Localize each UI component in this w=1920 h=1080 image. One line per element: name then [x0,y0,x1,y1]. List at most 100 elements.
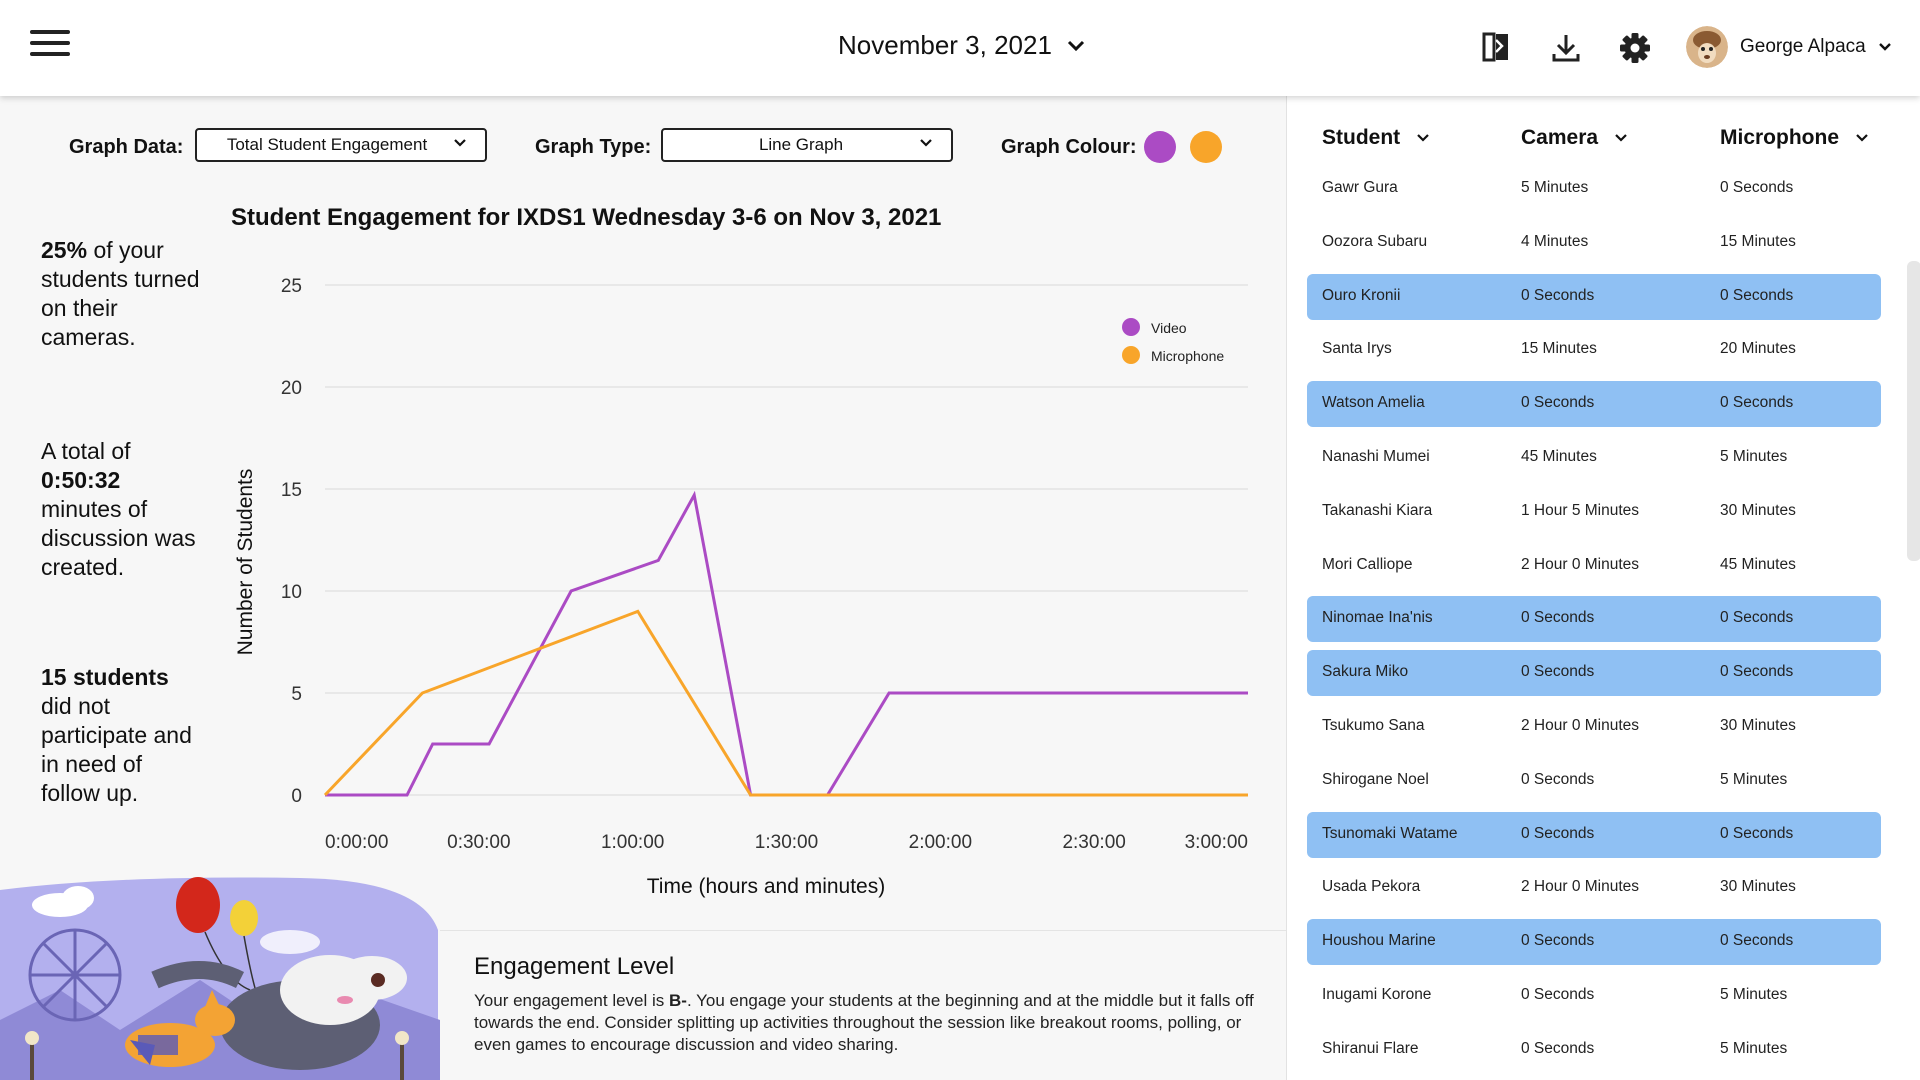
mic-time-cell: 0 Seconds [1720,663,1794,681]
camera-column-header[interactable]: Camera [1521,126,1628,150]
table-row[interactable]: Shirogane Noel 0 Seconds 5 Minutes [1307,758,1881,804]
chevron-down-icon [1067,40,1084,51]
x-axis-label: Time (hours and minutes) [647,875,885,898]
chevron-down-icon [1856,134,1868,142]
microphone-header-label: Microphone [1720,126,1839,149]
student-name-cell: Takanashi Kiara [1322,501,1433,519]
microphone-column-header[interactable]: Microphone [1720,126,1869,150]
chevron-down-icon [1615,134,1627,142]
x-tick-label: 0:00:00 [325,832,388,853]
menu-icon[interactable] [30,30,70,64]
table-row[interactable]: Sakura Miko 0 Seconds 0 Seconds [1307,650,1881,697]
student-name-cell: Houshou Marine [1322,932,1436,950]
mic-time-cell: 0 Seconds [1720,932,1794,950]
student-name-cell: Watson Amelia [1322,394,1425,412]
camera-time-cell: 0 Seconds [1521,609,1595,627]
x-tick-label: 3:00:00 [1185,832,1248,853]
camera-time-cell: 5 Minutes [1521,179,1589,196]
camera-time-cell: 45 Minutes [1521,448,1597,465]
x-tick-label: 2:00:00 [909,832,972,853]
legend-marker [1122,346,1140,364]
date-selector[interactable]: November 3, 2021 [838,30,1086,61]
table-row[interactable]: Mori Calliope 2 Hour 0 Minutes 45 Minutes [1307,543,1881,589]
mic-time-cell: 20 Minutes [1720,340,1796,358]
user-menu[interactable]: George Alpaca [1686,26,1892,68]
student-name-cell: Usada Pekora [1322,878,1421,896]
table-row[interactable]: Gawr Gura 5 Minutes 0 Seconds [1307,166,1881,212]
engagement-title: Engagement Level [474,953,675,980]
x-tick-label: 0:30:00 [447,832,510,853]
engagement-text: Your engagement level is B-. You engage … [474,990,1264,1056]
mic-time-cell: 0 Seconds [1720,824,1794,842]
table-row[interactable]: Takanashi Kiara 1 Hour 5 Minutes 30 Minute… [1307,489,1881,535]
student-name-cell: Santa Irys [1322,340,1392,358]
camera-time-cell: 0 Seconds [1521,986,1595,1003]
user-name: George Alpaca [1740,36,1866,57]
mic-time-cell: 5 Minutes [1720,986,1788,1003]
camera-time-cell: 15 Minutes [1521,340,1597,358]
table-row[interactable]: Oozora Subaru 4 Minutes 15 Minutes [1307,220,1881,266]
series-line-microphone [323,609,1248,797]
table-row[interactable]: Nanashi Mumei 45 Minutes 5 Minutes [1307,435,1881,481]
download-icon[interactable] [1548,30,1584,66]
legend-label: Microphone [1151,348,1224,364]
y-tick-label: 15 [281,480,302,501]
student-name-cell: Gawr Gura [1322,179,1398,196]
engagement-grade: B- [669,991,687,1010]
student-name-cell: Mori Calliope [1322,555,1413,573]
divider [440,930,1286,931]
mic-time-cell: 45 Minutes [1720,555,1796,573]
camera-time-cell: 0 Seconds [1521,824,1595,842]
series-line-video [325,490,1248,797]
table-row[interactable]: Usada Pekora 2 Hour 0 Minutes 30 Minutes [1307,865,1881,911]
y-tick-label: 0 [291,786,302,807]
chevron-down-icon [1417,134,1429,142]
student-name-cell: Ninomae Ina'nis [1322,609,1433,627]
camera-time-cell: 2 Hour 0 Minutes [1521,717,1640,734]
y-tick-label: 10 [281,582,302,603]
mic-time-cell: 0 Seconds [1720,394,1794,412]
table-row[interactable]: Tsunomaki Watame 0 Seconds 0 Seconds [1307,811,1881,858]
mic-time-cell: 30 Minutes [1720,501,1796,519]
table-row[interactable]: Inugami Korone 0 Seconds 5 Minutes [1307,973,1881,1019]
date-label: November 3, 2021 [838,30,1052,60]
camera-time-cell: 2 Hour 0 Minutes [1521,878,1640,896]
mic-time-cell: 30 Minutes [1720,878,1796,896]
y-tick-label: 5 [291,684,302,705]
avatar [1686,26,1728,68]
student-name-cell: Shiranui Flare [1322,1039,1419,1057]
mic-time-cell: 5 Minutes [1720,770,1788,788]
dogs-illustration [0,877,440,1080]
table-row[interactable]: Ninomae Ina'nis 0 Seconds 0 Seconds [1307,596,1881,643]
x-tick-label: 2:30:00 [1062,832,1125,853]
student-name-cell: Oozora Subaru [1322,232,1428,250]
student-name-cell: Tsukumo Sana [1322,717,1425,734]
scrollbar[interactable] [1907,261,1920,561]
mic-time-cell: 5 Minutes [1720,1039,1788,1057]
y-axis-label: Number of Students [234,469,257,656]
student-column-header[interactable]: Student [1322,126,1430,150]
engagement-text-before: Your engagement level is [474,991,670,1010]
legend-label: Video [1151,320,1187,336]
legend-marker [1122,318,1140,336]
x-tick-label: 1:00:00 [601,832,664,853]
compare-icon[interactable] [1478,30,1514,66]
table-row[interactable]: Ouro Kronii 0 Seconds 0 Seconds [1307,273,1881,320]
mic-time-cell: 0 Seconds [1720,286,1794,304]
gear-icon[interactable] [1617,30,1653,66]
table-row[interactable]: Houshou Marine 0 Seconds 0 Seconds [1307,919,1881,966]
table-row[interactable]: Shiranui Flare 0 Seconds 5 Minutes [1307,1027,1881,1073]
table-row[interactable]: Watson Amelia 0 Seconds 0 Seconds [1307,381,1881,428]
student-name-cell: Ouro Kronii [1322,286,1401,304]
camera-time-cell: 1 Hour 5 Minutes [1521,501,1640,519]
table-row[interactable]: Santa Irys 15 Minutes 20 Minutes [1307,327,1881,373]
top-bar: November 3, 2021 George Alpaca [0,0,1920,96]
mic-time-cell: 30 Minutes [1720,717,1796,734]
camera-time-cell: 0 Seconds [1521,770,1595,788]
chevron-down-icon [1878,43,1891,51]
student-name-cell: Tsunomaki Watame [1322,824,1458,842]
y-tick-label: 20 [281,378,302,399]
mic-time-cell: 15 Minutes [1720,232,1796,250]
camera-time-cell: 0 Seconds [1521,1039,1595,1057]
table-row[interactable]: Tsukumo Sana 2 Hour 0 Minutes 30 Minutes [1307,704,1881,750]
